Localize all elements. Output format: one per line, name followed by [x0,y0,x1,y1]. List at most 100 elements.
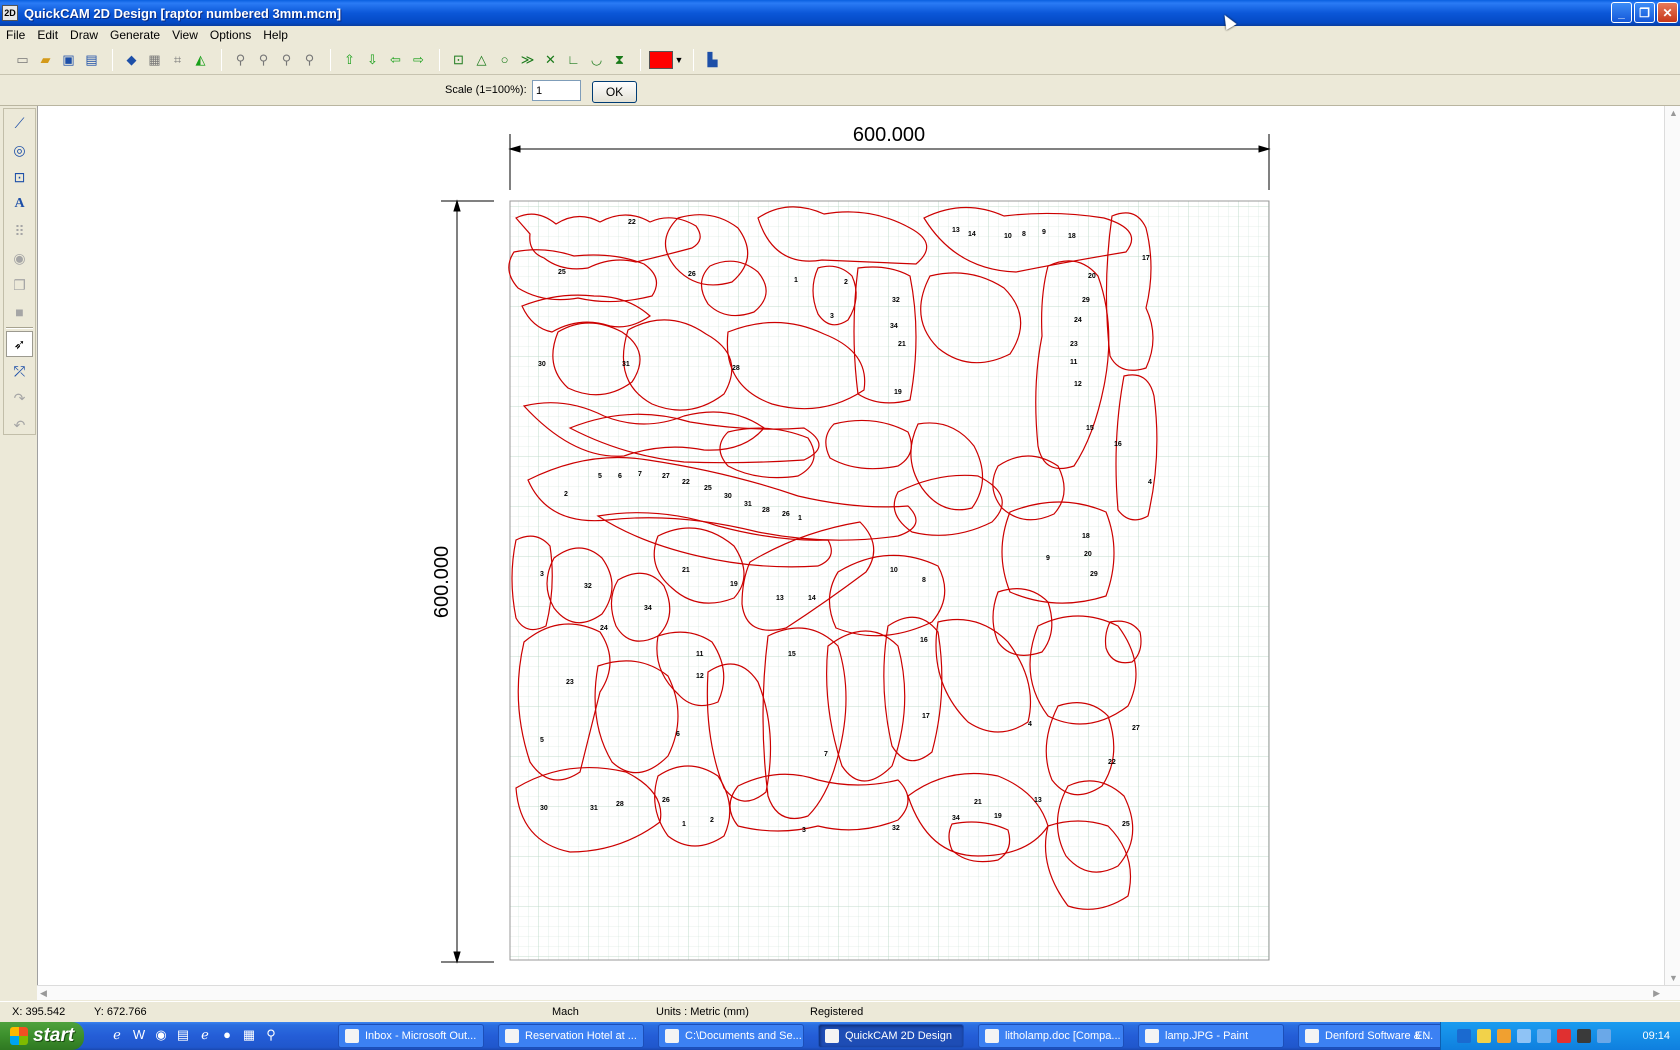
snap-icon[interactable]: ⌗ [167,49,188,70]
mail-icon[interactable] [1477,1029,1491,1043]
part-label: 30 [724,493,732,500]
menu-options[interactable]: Options [204,28,257,42]
zoom-in-icon[interactable]: ⚲ [230,49,251,70]
open-file-icon[interactable]: ▰ [35,49,56,70]
machine-icon[interactable]: ▙ [702,49,723,70]
ok-button[interactable]: OK [592,81,637,103]
taskbar-task[interactable]: C:\Documents and Se... [658,1024,804,1048]
menu-file[interactable]: File [0,28,31,42]
offset-tool-icon[interactable]: ◉ [6,245,33,271]
redo-tool-icon[interactable]: ↷ [6,385,33,411]
zoom-out-icon[interactable]: ⚲ [276,49,297,70]
media-icon[interactable]: ● [218,1027,236,1045]
scroll-left-icon[interactable]: ◀ [40,988,47,999]
hourglass-icon[interactable]: ⧗ [609,49,630,70]
chevron-down-icon[interactable]: ▼ [673,49,685,70]
double-arrow-icon[interactable]: ≫ [517,49,538,70]
outlook-icon[interactable]: ◉ [152,1027,170,1045]
arrow-up-icon[interactable]: ⇧ [339,49,360,70]
horizontal-scrollbar[interactable]: ◀ ▶ [37,985,1680,1000]
menu-draw[interactable]: Draw [64,28,104,42]
color-swatch[interactable] [649,50,673,69]
part-label: 30 [540,805,548,812]
part-label: 3 [830,313,834,320]
save-file-icon[interactable]: ▣ [58,49,79,70]
layers-icon[interactable]: ◆ [121,49,142,70]
language-indicator[interactable]: EN [1415,1030,1430,1042]
new-file-icon[interactable]: ▭ [12,49,33,70]
zoom-window-icon[interactable]: ⚲ [253,49,274,70]
drawing-canvas[interactable]: 600.000 600.000 22 25 30 31 28 26 1 2 3 … [37,106,1664,985]
arc-icon[interactable]: ◡ [586,49,607,70]
menu-edit[interactable]: Edit [31,28,64,42]
rectangle-tool-icon[interactable]: ⊡ [6,164,33,190]
taskbar-task-active[interactable]: QuickCAM 2D Design [818,1024,964,1048]
start-button[interactable]: start [0,1022,84,1050]
network-icon[interactable] [1457,1029,1471,1043]
part-label: 30 [538,361,546,368]
fill-tool-icon[interactable]: ■ [6,299,33,325]
scroll-right-icon[interactable]: ▶ [1653,988,1660,999]
archive-icon[interactable]: ▦ [240,1027,258,1045]
menu-generate[interactable]: Generate [104,28,166,42]
measure-icon[interactable]: ◭ [190,49,211,70]
array-tool-icon[interactable]: ⠿ [6,218,33,244]
ie-icon[interactable]: ℯ [108,1027,126,1045]
zoom-previous-icon[interactable]: ⚲ [299,49,320,70]
circle-tool-icon[interactable]: ◎ [6,137,33,163]
line-tool-icon[interactable]: ⟋ [6,110,33,136]
select-tool-icon[interactable]: ➶ [6,331,33,357]
text-tool-icon[interactable]: A [6,191,33,217]
scroll-up-icon[interactable]: ▲ [1669,108,1678,118]
menu-view[interactable]: View [166,28,204,42]
volume-icon[interactable] [1537,1029,1551,1043]
part-label: 19 [894,389,902,396]
part-label: 34 [890,323,898,330]
circle-icon[interactable]: ○ [494,49,515,70]
search-icon[interactable]: ⚲ [262,1027,280,1045]
taskbar-task[interactable]: Reservation Hotel at ... [498,1024,644,1048]
close-button[interactable]: ✕ [1657,2,1678,23]
cross-icon[interactable]: ✕ [540,49,561,70]
box-icon[interactable]: ⊡ [448,49,469,70]
taskbar-task[interactable]: Inbox - Microsoft Out... [338,1024,484,1048]
taskbar-task[interactable]: lamp.JPG - Paint [1138,1024,1284,1048]
word-icon[interactable]: W [130,1027,148,1045]
scale-input[interactable] [532,80,581,101]
app-icon[interactable]: 2D [2,5,18,21]
drawing-svg[interactable]: 600.000 600.000 22 25 30 31 28 26 1 2 3 … [38,106,1665,985]
triangle-icon[interactable]: △ [471,49,492,70]
antivirus-icon[interactable] [1557,1029,1571,1043]
part-label: 24 [1074,317,1082,324]
node-edit-tool-icon[interactable]: ⤱ [6,358,33,384]
arrow-down-icon[interactable]: ⇩ [362,49,383,70]
browser-icon[interactable]: ℯ [196,1027,214,1045]
part-label: 34 [952,815,960,822]
scroll-down-icon[interactable]: ▼ [1669,973,1678,983]
part-label: 4 [1028,721,1032,728]
notepad-icon[interactable]: ▤ [174,1027,192,1045]
menu-help[interactable]: Help [257,28,294,42]
grid-icon[interactable]: ▦ [144,49,165,70]
vertical-scrollbar[interactable]: ▲ ▼ [1664,106,1680,985]
restore-button[interactable]: ❐ [1634,2,1655,23]
taskbar-task[interactable]: litholamp.doc [Compa... [978,1024,1124,1048]
part-label: 22 [682,479,690,486]
printer-icon[interactable] [1577,1029,1591,1043]
arrow-left-icon[interactable]: ⇦ [385,49,406,70]
display-icon[interactable] [1517,1029,1531,1043]
undo-tool-icon[interactable]: ↶ [6,412,33,438]
security-icon[interactable] [1497,1029,1511,1043]
part-label: 13 [1034,797,1042,804]
arrow-right-icon[interactable]: ⇨ [408,49,429,70]
usb-icon[interactable] [1597,1029,1611,1043]
copy-tool-icon[interactable]: ❐ [6,272,33,298]
save-all-icon[interactable]: ▤ [81,49,102,70]
part-label: 4 [1148,479,1152,486]
part-label: 11 [1070,359,1078,366]
part-label: 20 [1088,273,1096,280]
corner-icon[interactable]: ∟ [563,49,584,70]
height-dimension-label: 600.000 [431,546,453,618]
minimize-button[interactable]: _ [1611,2,1632,23]
clock[interactable]: 09:14 [1642,1030,1670,1042]
